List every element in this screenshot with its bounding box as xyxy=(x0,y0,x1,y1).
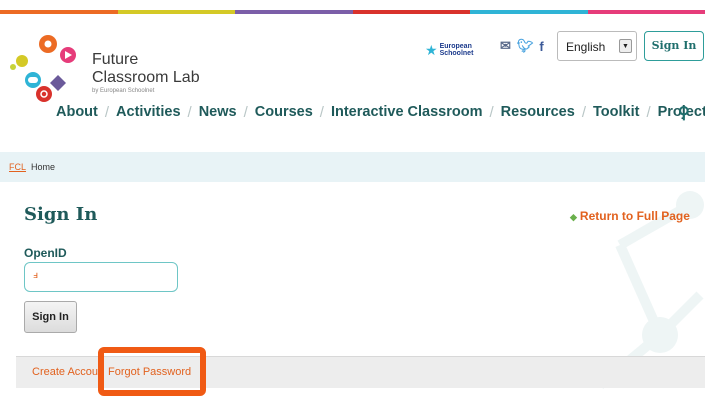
language-select[interactable]: English ▼ xyxy=(557,31,637,61)
nav-separator: / xyxy=(104,104,110,121)
chevron-down-icon: ▼ xyxy=(619,39,632,53)
highlight-box xyxy=(98,347,206,396)
nav-separator: / xyxy=(581,104,586,121)
color-stripe xyxy=(0,10,705,14)
openid-icon: ⅎ xyxy=(33,270,38,281)
twitter-icon[interactable]: 🐦︎ xyxy=(517,38,534,54)
openid-label: OpenID xyxy=(24,246,67,260)
openid-input[interactable]: ⅎ xyxy=(24,262,178,292)
nav-item-courses[interactable]: Courses xyxy=(255,104,313,121)
main-nav: About / Activities / News / Courses / In… xyxy=(56,104,705,121)
nav-item-about[interactable]: About xyxy=(56,104,98,121)
breadcrumb-root-link[interactable]: FCL xyxy=(9,162,26,172)
search-icon[interactable]: ⚲ xyxy=(678,103,690,123)
nav-separator: / xyxy=(243,104,248,121)
signin-button[interactable]: Sign In xyxy=(24,301,77,333)
social-links: ✉ 🐦︎ f xyxy=(500,38,544,54)
star-icon: ★ xyxy=(425,41,438,58)
facebook-icon[interactable]: f xyxy=(539,39,543,54)
return-to-full-page-link[interactable]: ◆ Return to Full Page xyxy=(570,209,690,223)
mail-icon[interactable]: ✉ xyxy=(500,38,511,54)
arrow-left-icon: ◆ xyxy=(570,212,577,222)
nav-item-news[interactable]: News xyxy=(199,104,237,121)
nav-item-activities[interactable]: Activities xyxy=(116,104,180,121)
create-account-link[interactable]: Create Account xyxy=(32,366,98,378)
logo-subtitle: by European Schoolnet xyxy=(92,88,155,94)
nav-item-toolkit[interactable]: Toolkit xyxy=(593,104,639,121)
nav-separator: / xyxy=(187,104,192,121)
breadcrumb-current: Home xyxy=(31,162,56,172)
header-signin-button[interactable]: Sign In xyxy=(644,31,704,61)
breadcrumb: FCL Home xyxy=(0,152,705,182)
page-title: Sign In xyxy=(24,204,98,225)
logo-title[interactable]: Future Classroom Lab xyxy=(92,51,200,87)
european-schoolnet-logo[interactable]: ★ European Schoolnet xyxy=(425,40,473,60)
nav-separator: / xyxy=(489,104,494,121)
nav-separator: / xyxy=(646,104,651,121)
nav-item-interactive-classroom[interactable]: Interactive Classroom xyxy=(331,104,483,121)
nav-separator: / xyxy=(319,104,324,121)
nav-item-resources[interactable]: Resources xyxy=(501,104,575,121)
